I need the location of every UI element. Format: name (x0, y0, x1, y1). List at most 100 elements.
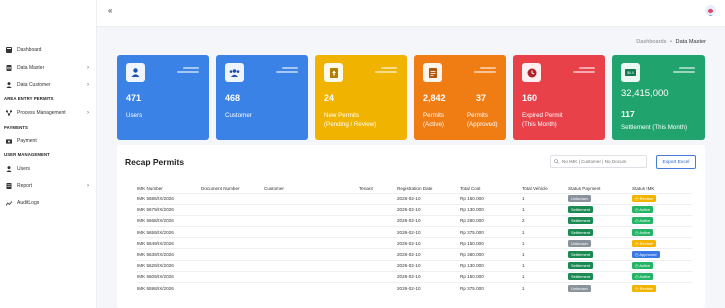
status-imk-cell: ◷ Active (632, 214, 692, 227)
column-header[interactable]: Registration Date (397, 184, 460, 193)
total-cost-cell: Rp 150.000 (460, 192, 522, 205)
collapse-sidebar-button[interactable]: « (108, 6, 112, 15)
stat-card-users[interactable]: 471 Users (117, 55, 209, 140)
total-vehicle-cell: 1 (522, 281, 568, 294)
status-imk-cell: ◷ Review (632, 237, 692, 249)
card-decoration (573, 71, 595, 73)
sidebar-item-auditlogs[interactable]: AuditLogs (0, 197, 97, 209)
imk-status-badge: ◷ Active (632, 262, 654, 270)
sidebar-item-label: Report (17, 183, 33, 189)
stat-card-customer[interactable]: 468 Customer (216, 55, 308, 140)
imk-status-badge: ◷ Review (632, 239, 656, 247)
table-row[interactable]: IMK 5639/IX/2026 2026-02-10 Rp 360.000 1 Set… (137, 248, 692, 261)
search-input[interactable] (562, 159, 646, 164)
table-row[interactable]: IMK 5629/IX/2026 2026-02-10 Rp 130.000 1 Set… (137, 259, 692, 272)
imk-number-cell: IMK 5668/IX/2026 (137, 214, 201, 227)
breadcrumb-parent[interactable]: Dashboards (636, 39, 666, 45)
sidebar: Dashboard Data Master › Data Customer › … (0, 0, 97, 308)
table-row[interactable]: IMK 5686/IX/2026 2026-02-10 Rp 150.000 1 Unk… (137, 192, 692, 205)
user-tie-icon (6, 82, 12, 88)
user-avatar-icon[interactable] (705, 5, 716, 16)
status-payment-cell: Settlement (568, 214, 632, 227)
user-icon (126, 63, 145, 82)
column-header[interactable]: Total Vehicle (522, 184, 568, 193)
status-payment-cell: Settlement (568, 203, 632, 216)
total-vehicle-cell: 1 (522, 270, 568, 283)
dashboard-icon (6, 47, 12, 53)
stat-card-new-permits[interactable]: 24 New Permits (Pending / Review) (315, 55, 407, 140)
total-cost-cell: Rp 150.000 (460, 237, 522, 249)
imk-status-label: Active (639, 218, 651, 224)
sidebar-item-payment[interactable]: Payment (0, 135, 97, 147)
sidebar-item-report[interactable]: Report › (0, 180, 97, 192)
card-decoration (474, 71, 496, 73)
sidebar-item-dashboard[interactable]: Dashboard (0, 44, 97, 56)
document-number-cell (201, 203, 264, 216)
card-label: Settlement (This Month) (621, 124, 688, 131)
imk-status-label: Review (639, 196, 653, 202)
table-row[interactable]: IMK 5679/IX/2026 2026-02-10 Rp 130.000 1 Set… (137, 203, 692, 216)
column-header[interactable]: IMK Number (137, 184, 201, 193)
status-payment-cell: Unknown (568, 237, 632, 249)
report-icon (6, 183, 12, 189)
customer-cell (264, 259, 359, 272)
card-value-approved: 37 (476, 93, 487, 103)
table-row[interactable]: IMK 5609/IX/2026 2026-02-10 Rp 150.000 1 Set… (137, 270, 692, 283)
column-header[interactable]: Total Cost (460, 184, 522, 193)
search-box[interactable] (550, 155, 647, 168)
sidebar-item-users[interactable]: Users (0, 163, 97, 175)
total-vehicle-cell: 1 (522, 237, 568, 249)
sidebar-item-data-customer[interactable]: Data Customer › (0, 79, 97, 91)
export-excel-button[interactable]: Export Excel (656, 155, 696, 169)
card-label-line: Permits (467, 112, 488, 119)
table-row[interactable]: IMK 5649/IX/2026 2026-02-10 Rp 150.000 1 Unk… (137, 237, 692, 249)
card-label-line: New Permits (324, 112, 360, 119)
imk-number-cell: IMK 5639/IX/2026 (137, 248, 201, 261)
total-vehicle-cell: 1 (522, 226, 568, 238)
column-header[interactable]: Tenant (359, 184, 397, 193)
registration-date-cell: 2026-02-10 (397, 270, 460, 283)
tenant-cell (359, 270, 397, 283)
card-label-line: (Pending / Review) (324, 121, 377, 128)
customer-cell (264, 214, 359, 227)
audit-icon (6, 200, 12, 206)
card-value: 468 (225, 93, 241, 103)
column-header[interactable]: Customer (264, 184, 359, 193)
card-value: 471 (126, 93, 142, 103)
sidebar-item-process-management[interactable]: Process Management › (0, 107, 97, 119)
payment-status-badge: Unknown (568, 284, 591, 292)
table-row[interactable]: IMK 5598/IX/2026 2026-02-10 Rp 375.000 1 Unk… (137, 281, 692, 294)
table-row[interactable]: IMK 5659/IX/2026 2026-02-10 Rp 375.000 1 Set… (137, 226, 692, 238)
document-icon (423, 63, 442, 82)
sidebar-item-label: Dashboard (17, 47, 42, 53)
status-payment-cell: Unknown (568, 192, 632, 205)
customer-cell (264, 270, 359, 283)
stat-card-expired-permit[interactable]: 160 Expired Permit (This Month) (513, 55, 605, 140)
sidebar-item-label: AuditLogs (17, 200, 40, 206)
imk-status-label: Active (639, 207, 651, 213)
column-header[interactable]: Status Payment (568, 184, 632, 193)
recap-table: IMK Number Document Number Customer Tena… (137, 184, 692, 294)
card-decoration (183, 67, 199, 69)
imk-status-badge: ◷ Approved (632, 251, 660, 259)
tenant-cell (359, 237, 397, 249)
card-label-active: Permits (Active) (423, 111, 444, 129)
money-bill-icon: $0.0 (621, 63, 640, 82)
stat-card-settlement[interactable]: $0.0 32,415,000 117 Settlement (This Mon… (612, 55, 705, 140)
stat-card-permits[interactable]: 2,842 37 Permits (Active) Permits (Appro… (414, 55, 506, 140)
imk-status-badge: ◷ Review (632, 284, 656, 292)
sidebar-item-data-master[interactable]: Data Master › (0, 62, 97, 74)
document-number-cell (201, 214, 264, 227)
tenant-cell (359, 203, 397, 216)
column-header[interactable]: Status IMK (632, 184, 692, 193)
table-header-row: IMK Number Document Number Customer Tena… (137, 184, 692, 193)
table-row[interactable]: IMK 5668/IX/2026 2026-02-10 Rp 260.000 2 Set… (137, 214, 692, 227)
imk-status-label: Active (639, 263, 651, 269)
chevron-right-icon: › (87, 65, 89, 71)
section-area-entry-permits: AREA ENTRY PERMITS (4, 96, 54, 101)
column-header[interactable]: Document Number (201, 184, 264, 193)
card-decoration (381, 67, 397, 69)
card-decoration (276, 71, 298, 73)
status-imk-cell: ◷ Active (632, 259, 692, 272)
total-vehicle-cell: 1 (522, 259, 568, 272)
